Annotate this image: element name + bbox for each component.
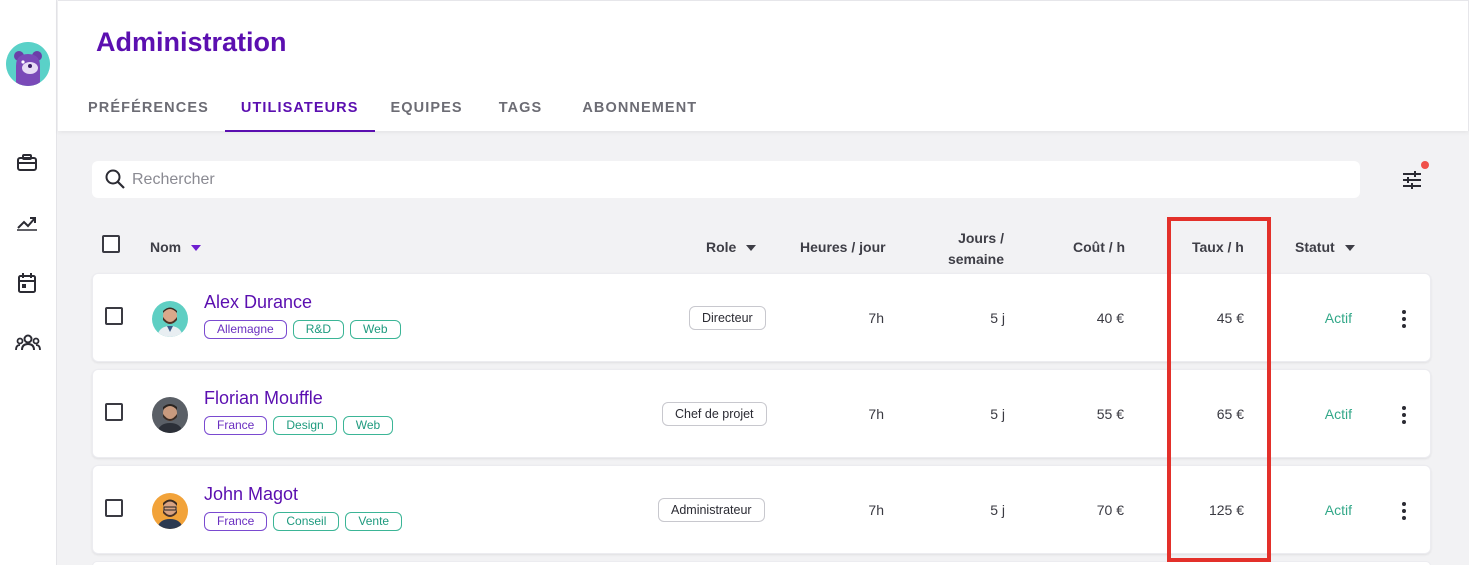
- team-icon[interactable]: [14, 331, 42, 355]
- tab-preferences[interactable]: PRÉFÉRENCES: [72, 85, 225, 132]
- cost-value: 40 €: [1096, 310, 1124, 326]
- tag-badge[interactable]: Web: [350, 320, 401, 339]
- hours-value: 7h: [868, 406, 884, 422]
- table-row[interactable]: Florian Mouffle France Design Web Chef d…: [92, 369, 1431, 458]
- tag-list: France Conseil Vente: [204, 512, 403, 531]
- filter-button[interactable]: [1400, 161, 1429, 194]
- rate-value: 45 €: [1216, 310, 1244, 326]
- days-value: 5 j: [990, 310, 1005, 326]
- days-value: 5 j: [990, 502, 1005, 518]
- column-status-header[interactable]: Statut: [1295, 239, 1355, 255]
- status-badge: Actif: [1324, 502, 1352, 518]
- user-name-link[interactable]: Alex Durance: [204, 292, 312, 313]
- row-checkbox[interactable]: [105, 403, 123, 421]
- table-row[interactable]: John Magot France Conseil Vente Administ…: [92, 465, 1431, 554]
- briefcase-icon[interactable]: [15, 151, 39, 175]
- sort-caret-icon: [191, 245, 202, 252]
- column-name-header[interactable]: Nom: [150, 239, 202, 255]
- status-badge: Actif: [1324, 406, 1352, 422]
- tag-badge[interactable]: France: [204, 512, 268, 531]
- user-name-link[interactable]: Florian Mouffle: [204, 388, 323, 409]
- select-all-checkbox[interactable]: [102, 235, 120, 253]
- role-badge[interactable]: Directeur: [689, 306, 766, 330]
- tag-list: France Design Web: [204, 416, 394, 435]
- cost-value: 55 €: [1096, 406, 1124, 422]
- column-days-header[interactable]: Jours / semaine: [940, 228, 1004, 270]
- tab-bar: PRÉFÉRENCES UTILISATEURS EQUIPES TAGS AB…: [72, 85, 717, 132]
- sidebar: [0, 0, 57, 565]
- search-input[interactable]: [132, 161, 1332, 198]
- rate-value: 125 €: [1208, 502, 1244, 518]
- chevron-down-icon: [1344, 245, 1355, 252]
- tag-badge[interactable]: Design: [273, 416, 337, 435]
- status-badge: Actif: [1324, 310, 1352, 326]
- column-rate-header[interactable]: Taux / h: [1192, 239, 1244, 255]
- tag-badge[interactable]: Conseil: [273, 512, 340, 531]
- cost-value: 70 €: [1096, 502, 1124, 518]
- row-checkbox[interactable]: [105, 499, 123, 517]
- tag-badge[interactable]: R&D: [292, 320, 345, 339]
- role-badge[interactable]: Chef de projet: [662, 402, 767, 426]
- avatar: [152, 493, 188, 529]
- column-cost-header[interactable]: Coût / h: [1073, 239, 1125, 255]
- search-icon: [105, 169, 125, 189]
- tab-teams[interactable]: EQUIPES: [375, 85, 479, 132]
- column-hours-header[interactable]: Heures / jour: [800, 239, 886, 255]
- tag-badge[interactable]: France: [204, 416, 268, 435]
- tab-users[interactable]: UTILISATEURS: [224, 85, 375, 132]
- page-header: Administration PRÉFÉRENCES UTILISATEURS …: [58, 0, 1469, 132]
- more-options-icon[interactable]: [1393, 308, 1415, 330]
- column-role-header[interactable]: Role: [706, 239, 757, 255]
- table-row[interactable]: Alex Durance Allemagne R&D Web Directeur…: [92, 273, 1431, 362]
- more-options-icon[interactable]: [1393, 404, 1415, 426]
- hours-value: 7h: [868, 502, 884, 518]
- notification-dot: [1421, 161, 1429, 169]
- row-checkbox[interactable]: [105, 307, 123, 325]
- tab-tags[interactable]: TAGS: [479, 85, 563, 132]
- hours-value: 7h: [868, 310, 884, 326]
- tag-badge[interactable]: Web: [342, 416, 394, 435]
- sliders-icon: [1403, 171, 1421, 189]
- calendar-icon[interactable]: [15, 271, 39, 295]
- tag-list: Allemagne R&D Web: [204, 320, 401, 339]
- user-name-link[interactable]: John Magot: [204, 484, 298, 505]
- tag-badge[interactable]: Vente: [345, 512, 403, 531]
- role-badge[interactable]: Administrateur: [658, 498, 765, 522]
- rate-value: 65 €: [1216, 406, 1244, 422]
- chevron-down-icon: [746, 245, 757, 252]
- avatar: [152, 397, 188, 433]
- table-row-partial: [92, 561, 1431, 565]
- more-options-icon[interactable]: [1393, 500, 1415, 522]
- days-value: 5 j: [990, 406, 1005, 422]
- page-title: Administration: [96, 27, 287, 57]
- tag-badge[interactable]: Allemagne: [204, 320, 287, 339]
- avatar: [152, 301, 188, 337]
- trending-up-icon[interactable]: [15, 211, 39, 235]
- tab-subscription[interactable]: ABONNEMENT: [562, 85, 717, 132]
- bear-logo-icon[interactable]: [6, 42, 50, 86]
- search-bar: [92, 161, 1360, 198]
